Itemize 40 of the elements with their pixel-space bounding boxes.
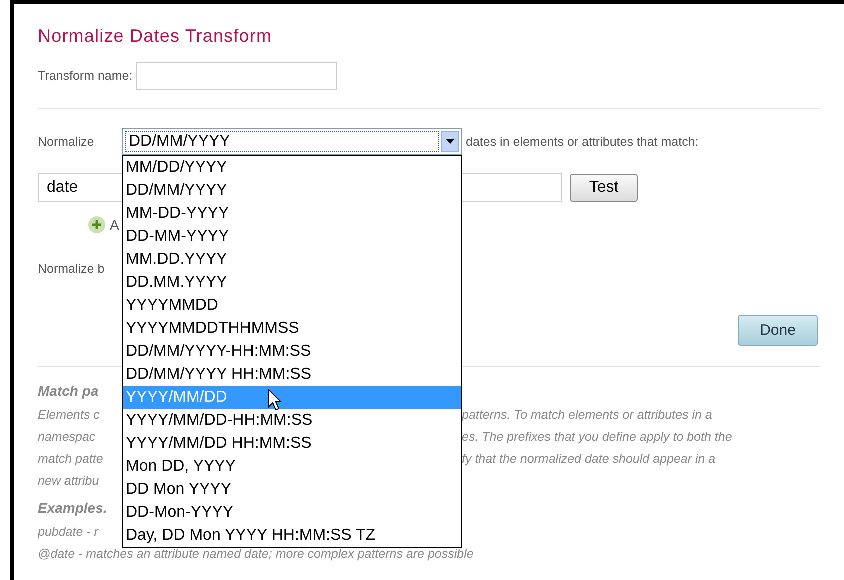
help-text: patterns. To match elements or attributes in a — [462, 408, 712, 422]
example-text: @date - matches an attribute named date; more complex patterns are possible — [38, 547, 474, 561]
examples-heading: Examples. — [38, 500, 108, 518]
plus-icon[interactable] — [88, 216, 106, 234]
dropdown-option[interactable]: DD/MM/YYYY-HH:MM:SS — [123, 340, 461, 363]
pointer-cursor-icon — [268, 389, 282, 411]
date-format-dropdown[interactable]: DD/MM/YYYY — [122, 128, 462, 155]
dropdown-option[interactable]: DD/MM/YYYY HH:MM:SS — [123, 363, 461, 386]
transform-name-field[interactable] — [136, 62, 337, 90]
help-text: new attribu — [38, 474, 100, 488]
dropdown-option[interactable]: Mon DD, YYYY — [123, 455, 461, 478]
transform-name-label: Transform name: — [38, 69, 133, 83]
dropdown-option[interactable]: DD/MM/YYYY — [123, 179, 461, 202]
dropdown-option[interactable]: Day, DD Mon YYYY HH:MM:SS TZ — [123, 524, 461, 547]
normalize-label: Normalize — [38, 134, 96, 148]
add-link[interactable]: A — [110, 217, 120, 233]
dropdown-option[interactable]: DD-Mon-YYYY — [123, 501, 461, 524]
dropdown-option[interactable]: DD-MM-YYYY — [123, 225, 461, 248]
dropdown-option[interactable]: DD.MM.YYYY — [123, 271, 461, 294]
page-title: Normalize Dates Transform — [38, 26, 274, 47]
normalize-by-label: Normalize b — [38, 262, 106, 276]
dropdown-option[interactable]: DD Mon YYYY — [123, 478, 461, 501]
help-text: es. The prefixes that you define apply to both the — [462, 430, 732, 444]
dropdown-option[interactable]: YYYY/MM/DD HH:MM:SS — [123, 432, 461, 455]
done-button[interactable]: Done — [738, 315, 818, 346]
dropdown-option[interactable]: MM-DD-YYYY — [123, 202, 461, 225]
dropdown-option[interactable]: MM.DD.YYYY — [123, 248, 461, 271]
dropdown-option[interactable]: YYYYMMDD — [123, 294, 461, 317]
caret-icon — [446, 139, 454, 144]
help-text: fy that the normalized date should appear in a — [462, 452, 716, 466]
dropdown-option[interactable]: YYYYMMDDTHHMMSS — [123, 317, 461, 340]
example-text: pubdate - r — [38, 525, 100, 539]
dropdown-option[interactable]: MM/DD/YYYY — [123, 156, 461, 179]
normalize-suffix-text: dates in elements or attributes that match: — [466, 134, 699, 148]
help-text: Elements c — [38, 408, 101, 422]
test-button[interactable]: Test — [570, 174, 638, 202]
dropdown-option[interactable]: YYYY/MM/DD-HH:MM:SS — [123, 409, 461, 432]
help-heading: Match pa — [38, 383, 99, 401]
help-text: namespac — [38, 430, 97, 444]
help-text: match patte — [38, 452, 104, 466]
